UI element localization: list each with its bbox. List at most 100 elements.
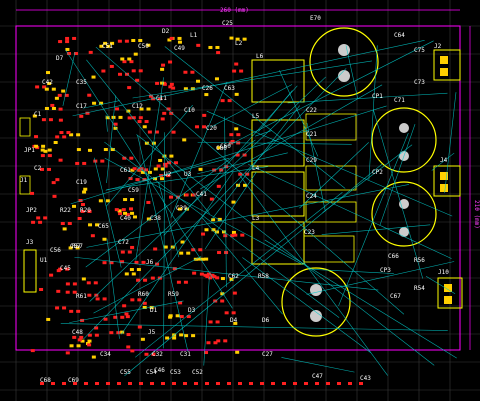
smd-pad[interactable]: [87, 339, 92, 343]
smd-pad[interactable]: [199, 272, 204, 276]
smd-pad[interactable]: [91, 355, 96, 359]
smd-pad[interactable]: [83, 187, 88, 191]
smd-pad[interactable]: [59, 131, 64, 135]
smd-pad[interactable]: [87, 93, 92, 97]
smd-pad[interactable]: [102, 297, 107, 301]
smd-pad[interactable]: [109, 331, 114, 335]
smd-pad[interactable]: [315, 382, 319, 385]
smd-pad[interactable]: [30, 349, 35, 353]
smd-pad[interactable]: [234, 92, 239, 96]
smd-pad[interactable]: [39, 287, 44, 291]
smd-pad[interactable]: [115, 107, 120, 111]
smd-pad[interactable]: [138, 116, 143, 120]
smd-pad[interactable]: [136, 268, 141, 272]
smd-pad[interactable]: [87, 343, 92, 347]
smd-pad[interactable]: [227, 99, 232, 103]
smd-pad[interactable]: [190, 70, 195, 74]
smd-pad[interactable]: [95, 297, 100, 301]
smd-pad[interactable]: [43, 216, 48, 220]
smd-pad[interactable]: [94, 333, 99, 337]
smd-pad[interactable]: [36, 216, 41, 220]
smd-pad[interactable]: [65, 40, 70, 44]
smd-pad[interactable]: [220, 277, 225, 281]
smd-pad[interactable]: [76, 133, 81, 137]
smd-pad[interactable]: [132, 167, 137, 171]
smd-pad[interactable]: [66, 131, 71, 135]
smd-pad[interactable]: [41, 144, 46, 148]
smd-pad[interactable]: [67, 222, 72, 226]
smd-pad[interactable]: [130, 349, 135, 353]
smd-pad[interactable]: [58, 118, 63, 122]
smd-pad[interactable]: [137, 325, 142, 329]
smd-pad[interactable]: [169, 82, 174, 86]
smd-pad[interactable]: [51, 87, 56, 91]
smd-pad[interactable]: [249, 382, 253, 385]
smd-pad[interactable]: [88, 50, 93, 54]
smd-pad[interactable]: [55, 178, 60, 182]
smd-pad[interactable]: [102, 237, 107, 241]
smd-pad[interactable]: [196, 79, 201, 83]
smd-pad[interactable]: [158, 158, 163, 162]
smd-pad[interactable]: [234, 127, 239, 131]
smd-pad[interactable]: [176, 280, 181, 284]
smd-pad[interactable]: [204, 228, 209, 232]
smd-pad[interactable]: [179, 333, 184, 337]
smd-pad[interactable]: [121, 208, 126, 212]
smd-pad[interactable]: [34, 135, 39, 139]
smd-pad[interactable]: [359, 382, 363, 385]
smd-pad[interactable]: [131, 38, 136, 42]
smd-pad[interactable]: [127, 250, 132, 254]
smd-pad[interactable]: [195, 125, 200, 129]
smd-pad[interactable]: [72, 335, 77, 339]
smd-pad[interactable]: [304, 382, 308, 385]
smd-pad[interactable]: [204, 257, 209, 261]
smd-pad[interactable]: [123, 198, 128, 202]
smd-pad[interactable]: [109, 64, 114, 68]
smd-pad[interactable]: [231, 200, 236, 204]
smd-pad[interactable]: [130, 298, 135, 302]
smd-pad[interactable]: [216, 51, 221, 55]
smd-pad[interactable]: [140, 337, 145, 341]
smd-pad[interactable]: [82, 190, 87, 194]
smd-pad[interactable]: [260, 382, 264, 385]
smd-pad[interactable]: [337, 382, 341, 385]
smd-pad[interactable]: [126, 345, 131, 349]
smd-pad[interactable]: [57, 93, 62, 97]
smd-pad[interactable]: [169, 36, 174, 40]
smd-pad[interactable]: [101, 69, 106, 73]
smd-pad[interactable]: [196, 43, 201, 47]
smd-pad[interactable]: [127, 116, 132, 120]
smd-pad[interactable]: [135, 178, 140, 182]
smd-pad[interactable]: [144, 141, 149, 145]
smd-pad[interactable]: [54, 96, 59, 100]
smd-pad[interactable]: [53, 141, 58, 144]
smd-pad[interactable]: [82, 161, 87, 165]
smd-pad[interactable]: [150, 382, 154, 385]
smd-pad[interactable]: [171, 130, 176, 134]
smd-pad[interactable]: [93, 281, 98, 285]
smd-pad[interactable]: [102, 261, 107, 265]
smd-pad[interactable]: [129, 268, 134, 272]
smd-pad[interactable]: [227, 382, 231, 385]
smd-pad[interactable]: [223, 234, 228, 238]
smd-pad[interactable]: [220, 99, 225, 103]
smd-pad[interactable]: [224, 311, 229, 315]
smd-pad[interactable]: [191, 334, 196, 338]
smd-pad[interactable]: [106, 382, 110, 385]
smd-pad[interactable]: [76, 148, 81, 152]
smd-pad[interactable]: [146, 107, 151, 111]
smd-pad[interactable]: [72, 36, 77, 40]
smd-pad[interactable]: [160, 117, 165, 121]
smd-pad[interactable]: [216, 382, 220, 385]
smd-pad[interactable]: [348, 382, 352, 385]
smd-pad[interactable]: [163, 162, 168, 166]
smd-pad[interactable]: [215, 320, 220, 324]
smd-pad[interactable]: [141, 260, 146, 264]
smd-pad[interactable]: [153, 167, 158, 171]
smd-pad[interactable]: [235, 350, 240, 354]
smd-pad[interactable]: [76, 309, 81, 313]
smd-pad[interactable]: [238, 382, 242, 385]
smd-pad[interactable]: [271, 382, 275, 385]
smd-pad[interactable]: [183, 70, 188, 74]
smd-pad[interactable]: [216, 184, 221, 188]
